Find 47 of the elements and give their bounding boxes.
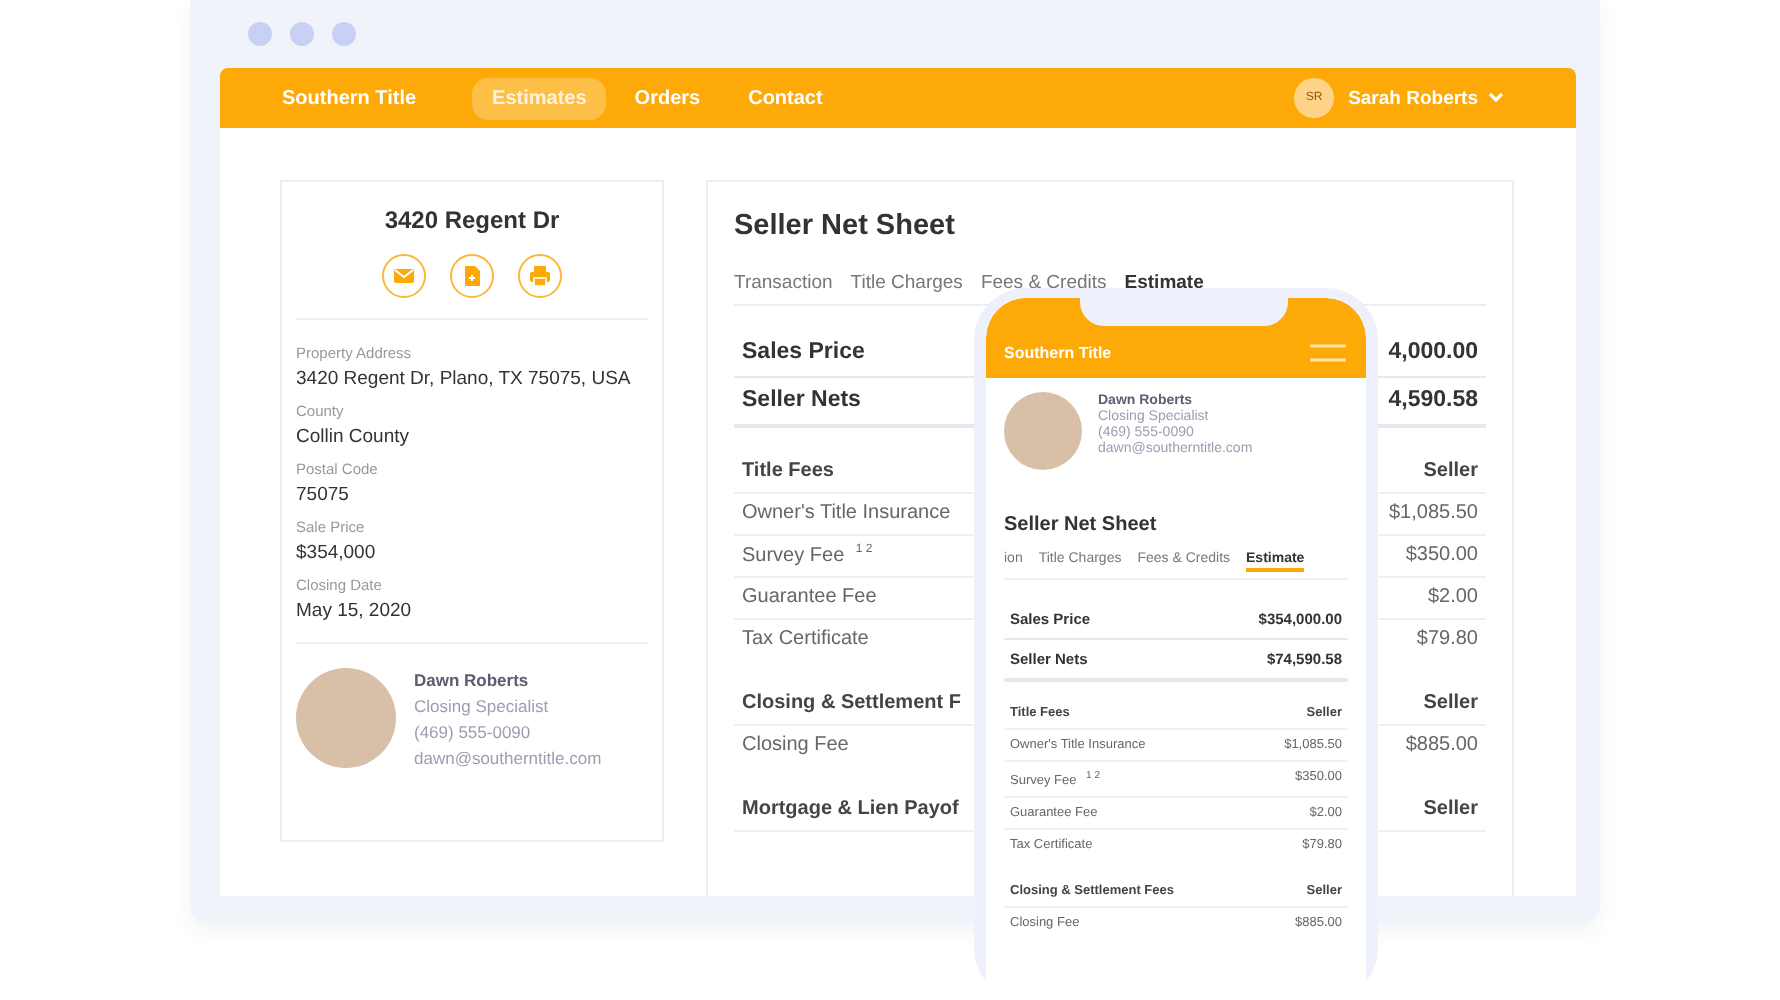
fee-label: Survey Fee $^{1 2}$ — [742, 544, 873, 567]
summary-value: 4,590.58 — [1388, 388, 1478, 412]
document-button[interactable] — [450, 254, 494, 298]
tab[interactable]: Fees & Credits — [980, 272, 1107, 294]
sheet-title: Seller Net Sheet — [734, 210, 957, 242]
tab[interactable]: Title Charges — [850, 272, 963, 294]
menu-icon — [1310, 344, 1346, 362]
window-dot — [290, 22, 314, 46]
agent-name: Dawn Roberts — [414, 669, 531, 689]
avatar-placeholder — [1004, 392, 1082, 470]
window-dot — [332, 22, 356, 46]
section-heading: Closing & Settlement F — [742, 692, 961, 715]
property-title: 3420 Regent Dr — [382, 206, 562, 234]
column-heading: Seller — [1423, 798, 1478, 821]
printer-button[interactable] — [518, 254, 562, 298]
fee-label: Closing Fee — [742, 734, 849, 757]
field-value: 75075 — [296, 484, 351, 506]
section-heading: Mortgage & Lien Payof — [742, 798, 959, 821]
tab[interactable]: Transaction — [734, 272, 833, 294]
summary-value: 4,000.00 — [1388, 340, 1478, 364]
field-value: $354,000 — [296, 542, 378, 564]
agent-phone: (469) 555-0090 — [414, 721, 533, 741]
fee-amount: $350.00 — [1405, 544, 1478, 567]
fee-label: Owner's Title Insurance — [742, 502, 951, 524]
window-dot — [248, 22, 272, 46]
chevron-down-icon — [1488, 92, 1504, 104]
field-value: Collin County — [296, 426, 411, 448]
tab[interactable]: Estimate — [1124, 272, 1204, 294]
fee-amount: $885.00 — [1405, 734, 1478, 757]
fee-amount: $79.80 — [1416, 628, 1478, 651]
field-value: 3420 Regent Dr, Plano, TX 75075, USA — [296, 368, 633, 390]
column-heading: Seller — [1423, 460, 1478, 482]
summary-label: Seller Nets — [742, 388, 861, 412]
fee-label: Guarantee Fee — [742, 586, 877, 609]
fee-amount: $2.00 — [1427, 586, 1478, 609]
sheet-title: Seller Net Sheet — [1004, 514, 1159, 536]
agent-role: Closing Specialist — [414, 695, 551, 715]
avatar-placeholder — [296, 668, 396, 768]
summary-label: Sales Price — [742, 340, 865, 364]
column-heading: Seller — [1423, 692, 1478, 715]
menu-button[interactable] — [1310, 344, 1346, 362]
agent-email: dawn@southerntitle.com — [414, 747, 602, 767]
field-value: May 15, 2020 — [296, 600, 414, 622]
email-button[interactable] — [382, 254, 426, 298]
fee-amount: $1,085.50 — [1389, 502, 1478, 524]
fee-label: Tax Certificate — [742, 628, 869, 651]
section-heading: Title Fees — [742, 460, 834, 482]
